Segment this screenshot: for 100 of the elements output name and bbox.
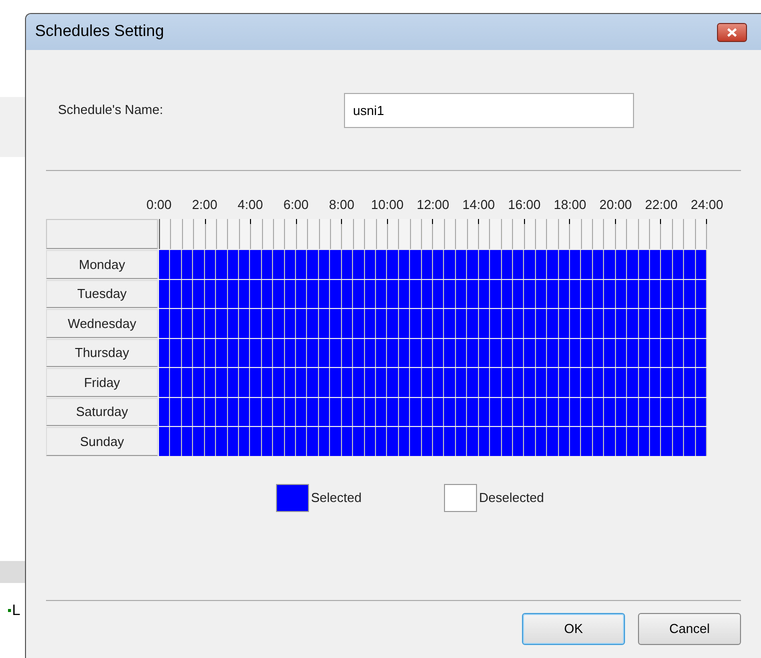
time-slot[interactable] — [570, 280, 582, 308]
time-slot[interactable] — [672, 368, 684, 396]
time-slot[interactable] — [422, 309, 433, 338]
day-row-header[interactable]: Monday — [46, 250, 158, 278]
time-slot[interactable] — [696, 427, 707, 456]
time-slot[interactable] — [342, 280, 354, 308]
time-slot[interactable] — [193, 338, 205, 367]
time-slot[interactable] — [284, 338, 296, 367]
time-slot[interactable] — [262, 427, 274, 456]
time-slot[interactable] — [398, 250, 410, 278]
time-slot[interactable] — [228, 309, 239, 338]
time-slot[interactable] — [159, 338, 170, 367]
time-slot[interactable] — [684, 250, 696, 278]
time-slot[interactable] — [410, 338, 422, 367]
time-slot[interactable] — [512, 398, 524, 426]
time-slot[interactable] — [558, 338, 570, 367]
time-slot[interactable] — [696, 398, 707, 426]
time-slot[interactable] — [364, 368, 376, 396]
time-slot[interactable] — [616, 309, 628, 338]
time-slot[interactable] — [433, 398, 444, 426]
time-slot[interactable] — [661, 368, 673, 396]
time-slot[interactable] — [456, 368, 468, 396]
time-slot[interactable] — [696, 280, 707, 308]
time-slot[interactable] — [342, 250, 354, 278]
time-slot[interactable] — [524, 338, 536, 367]
time-slot[interactable] — [616, 250, 628, 278]
time-slot[interactable] — [318, 309, 330, 338]
time-slot[interactable] — [330, 338, 342, 367]
time-slot[interactable] — [250, 427, 262, 456]
time-slot[interactable] — [398, 280, 410, 308]
time-slot[interactable] — [422, 338, 433, 367]
time-slot[interactable] — [638, 338, 650, 367]
time-slot[interactable] — [238, 398, 250, 426]
time-slot[interactable] — [193, 309, 205, 338]
time-slot[interactable] — [228, 250, 239, 278]
time-slot[interactable] — [502, 250, 513, 278]
time-slot[interactable] — [307, 250, 319, 278]
time-slot[interactable] — [547, 338, 559, 367]
time-slot[interactable] — [672, 427, 684, 456]
close-button[interactable] — [717, 22, 747, 42]
time-slot[interactable] — [273, 338, 285, 367]
time-slot[interactable] — [581, 427, 593, 456]
time-slot[interactable] — [616, 368, 628, 396]
time-slot[interactable] — [627, 368, 638, 396]
time-slot[interactable] — [262, 280, 274, 308]
time-slot[interactable] — [250, 338, 262, 367]
time-slot[interactable] — [490, 368, 502, 396]
time-slot[interactable] — [342, 427, 354, 456]
time-slot[interactable] — [684, 427, 696, 456]
time-slot[interactable] — [410, 280, 422, 308]
time-slot[interactable] — [536, 427, 548, 456]
time-slot[interactable] — [604, 427, 616, 456]
time-slot[interactable] — [558, 398, 570, 426]
time-slot[interactable] — [342, 368, 354, 396]
time-slot[interactable] — [159, 398, 170, 426]
time-slot[interactable] — [307, 368, 319, 396]
time-slot[interactable] — [592, 338, 604, 367]
time-slot[interactable] — [193, 250, 205, 278]
time-slot[interactable] — [250, 368, 262, 396]
time-slot[interactable] — [536, 280, 548, 308]
time-slot[interactable] — [604, 280, 616, 308]
time-slot[interactable] — [238, 427, 250, 456]
time-slot[interactable] — [524, 398, 536, 426]
time-slot[interactable] — [627, 309, 638, 338]
time-slot[interactable] — [444, 368, 456, 396]
time-slot[interactable] — [581, 368, 593, 396]
time-slot[interactable] — [616, 427, 628, 456]
time-slot[interactable] — [524, 427, 536, 456]
time-slot[interactable] — [536, 338, 548, 367]
time-slot[interactable] — [638, 398, 650, 426]
time-slot[interactable] — [547, 427, 559, 456]
time-slot[interactable] — [398, 427, 410, 456]
time-slot[interactable] — [433, 338, 444, 367]
time-slot[interactable] — [376, 398, 388, 426]
time-slot[interactable] — [398, 368, 410, 396]
time-slot[interactable] — [627, 398, 638, 426]
time-slot[interactable] — [182, 368, 194, 396]
time-slot[interactable] — [684, 398, 696, 426]
time-slot[interactable] — [478, 250, 490, 278]
time-slot[interactable] — [204, 309, 216, 338]
time-slot[interactable] — [456, 338, 468, 367]
time-slot[interactable] — [193, 280, 205, 308]
time-slot[interactable] — [512, 280, 524, 308]
time-slot[interactable] — [204, 368, 216, 396]
time-slot[interactable] — [273, 398, 285, 426]
time-slot[interactable] — [182, 280, 194, 308]
time-slot[interactable] — [296, 398, 308, 426]
time-slot[interactable] — [410, 368, 422, 396]
time-slot[interactable] — [456, 309, 468, 338]
time-slot[interactable] — [502, 309, 513, 338]
time-slot[interactable] — [604, 250, 616, 278]
time-slot[interactable] — [170, 427, 182, 456]
time-slot[interactable] — [604, 338, 616, 367]
time-slot[interactable] — [616, 398, 628, 426]
time-slot[interactable] — [592, 398, 604, 426]
time-slot[interactable] — [262, 309, 274, 338]
time-slot[interactable] — [456, 398, 468, 426]
time-slot[interactable] — [650, 250, 662, 278]
time-slot[interactable] — [672, 398, 684, 426]
time-slot[interactable] — [456, 280, 468, 308]
